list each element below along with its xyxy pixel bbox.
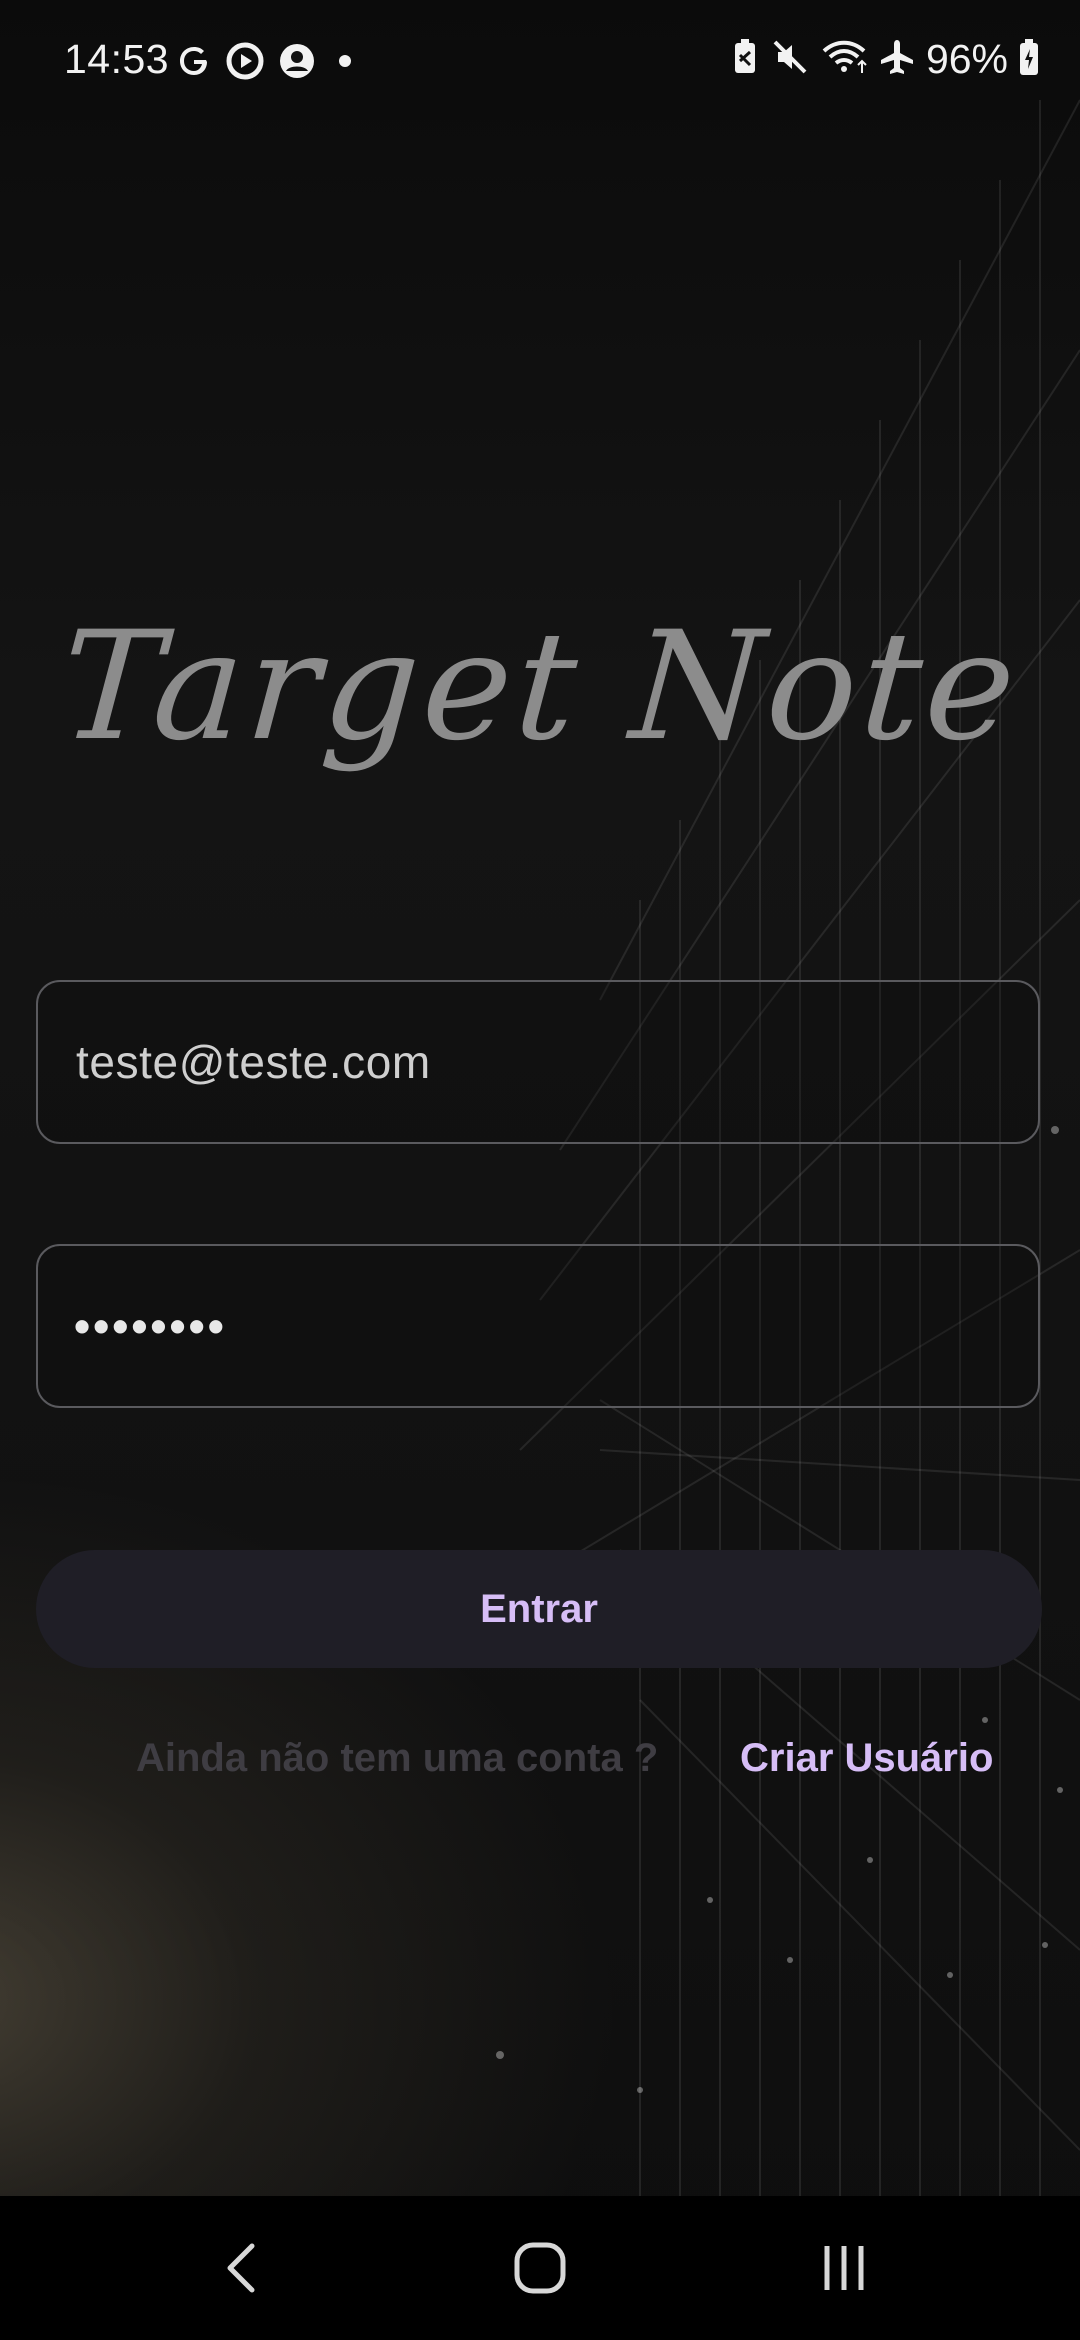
create-user-link[interactable]: Criar Usuário [740,1736,993,1781]
app-title: Target Note [55,600,1025,774]
account-circle-icon [278,42,316,85]
recents-icon [824,2246,864,2290]
email-field[interactable] [36,980,1040,1144]
google-icon [176,43,212,84]
notification-dot-icon [330,42,360,85]
signup-prompt: Ainda não tem uma conta ? [136,1736,659,1780]
play-circle-icon [226,42,264,85]
mute-icon [770,37,810,82]
battery-level: 96% [925,36,1008,82]
login-button[interactable]: Entrar [36,1550,1042,1668]
email-input[interactable] [74,1034,1018,1090]
status-time: 14:53 [64,36,170,82]
password-input[interactable]: •••••••• [74,1299,227,1353]
password-field[interactable]: •••••••• [36,1244,1040,1408]
wifi-icon [820,37,868,82]
status-notification-icons [176,42,360,85]
status-bar: 14:53 96% [0,0,1080,125]
home-button[interactable] [460,2196,620,2340]
signup-row: Ainda não tem uma conta ? Criar Usuário [0,1730,1080,1790]
home-icon [514,2242,566,2294]
status-system-icons: 96% [730,36,1040,83]
recents-button[interactable] [764,2196,924,2340]
login-screen: 14:53 96% Target Note teste@teste.com ••… [0,0,1080,2340]
airplane-mode-icon [878,37,916,82]
battery-saver-icon [730,37,760,82]
back-button[interactable] [160,2196,320,2340]
navigation-bar [0,2196,1080,2340]
back-icon [227,2243,255,2293]
battery-charging-icon [1018,37,1040,82]
